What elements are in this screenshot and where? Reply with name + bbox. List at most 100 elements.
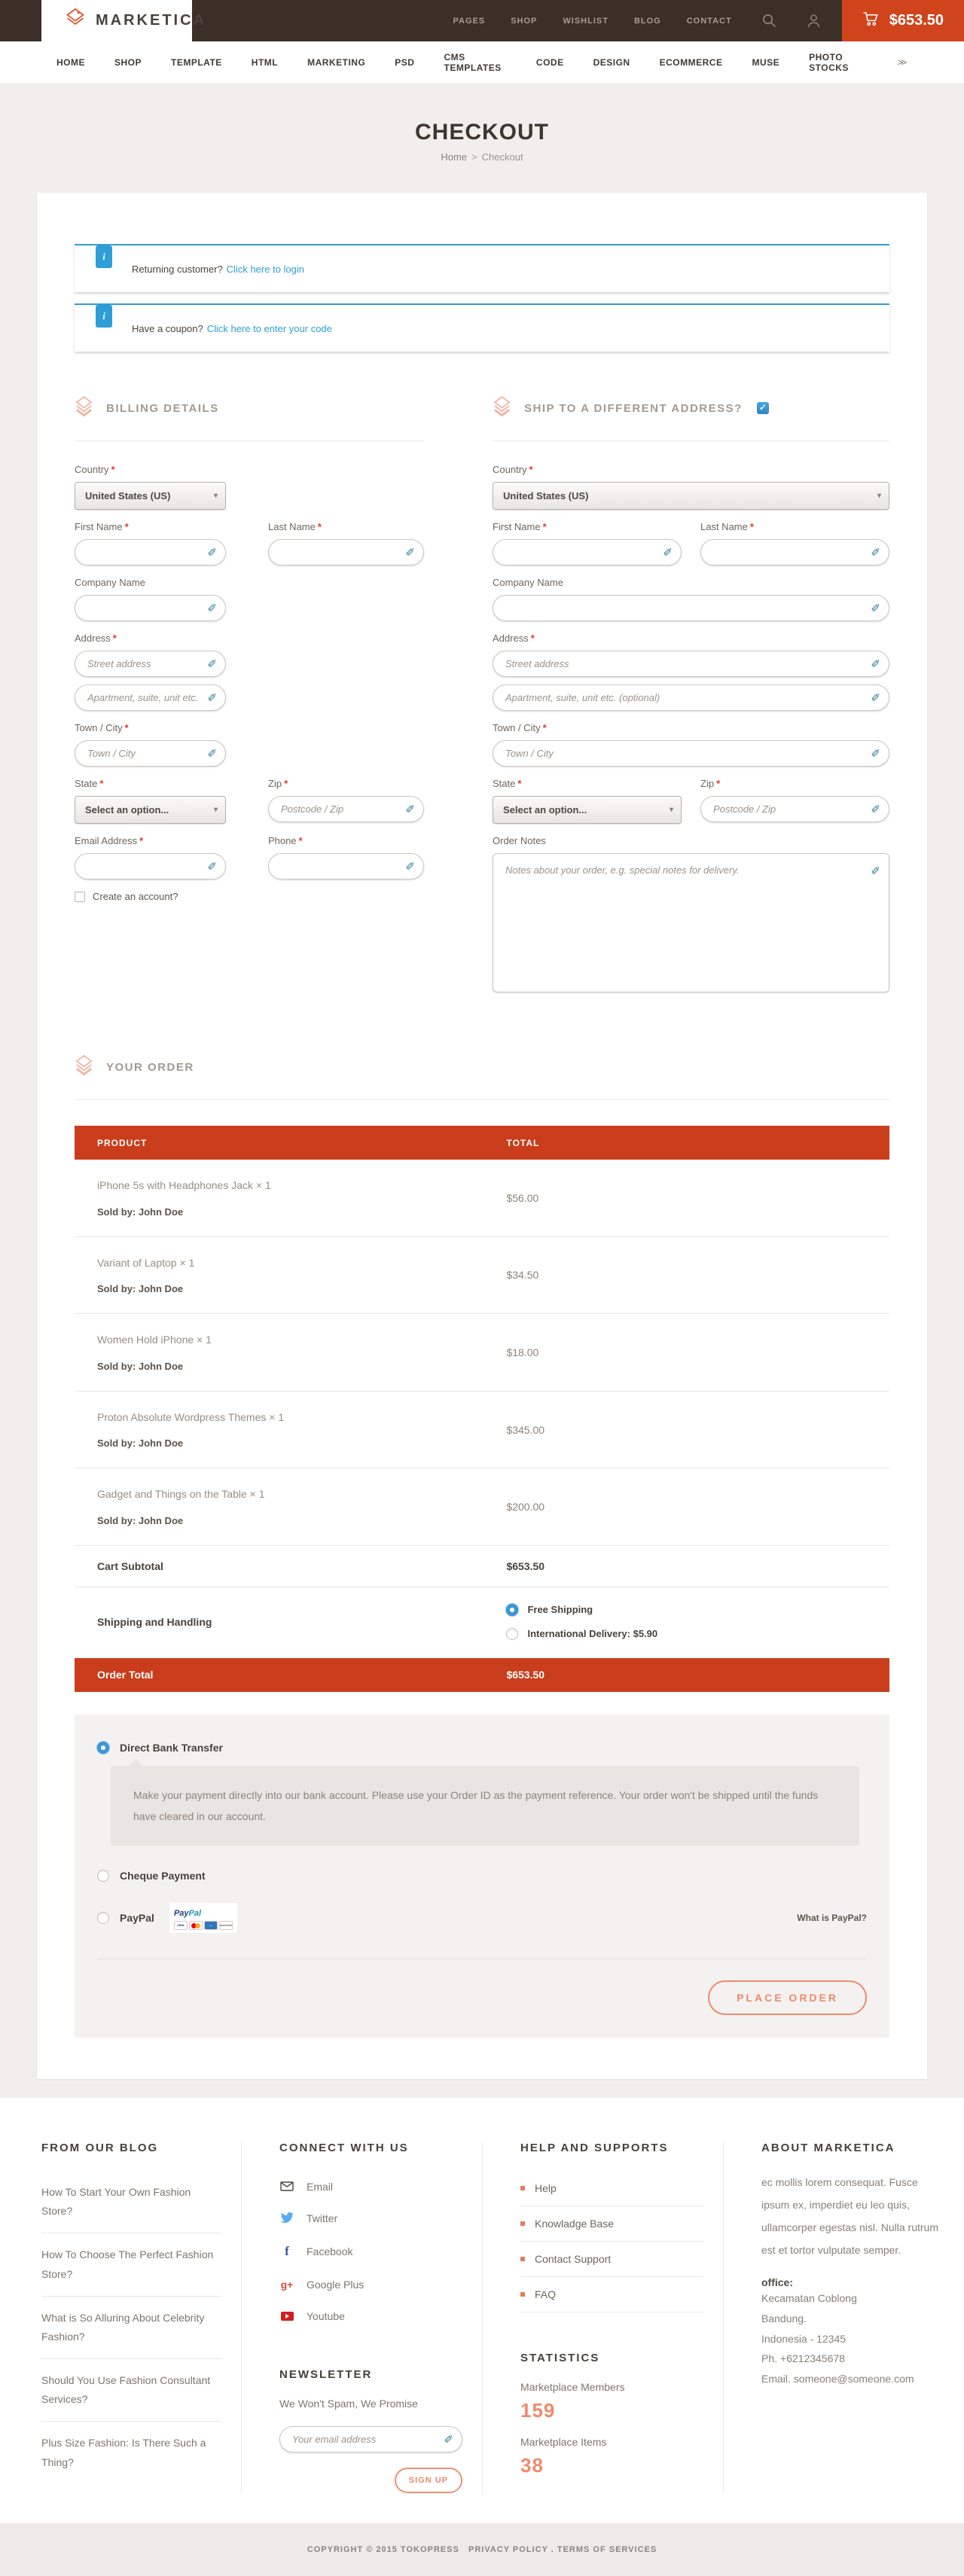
youtube-social-link[interactable]: Youtube — [279, 2300, 462, 2332]
header-nav-shop[interactable]: SHOP — [511, 17, 537, 26]
catnav-muse[interactable]: MUSE — [752, 57, 779, 68]
shipping-zip-input[interactable] — [700, 796, 889, 822]
newsletter-email-input[interactable] — [279, 2426, 462, 2453]
shipping-options: Free Shipping International Delivery: $5… — [506, 1604, 889, 1640]
blog-link[interactable]: How To Start Your Own Fashion Store? — [41, 2171, 221, 2233]
billing-phone-input[interactable] — [268, 853, 424, 879]
international-delivery-option[interactable]: International Delivery: $5.90 — [506, 1628, 889, 1640]
shipping-first-name-input[interactable] — [493, 539, 682, 566]
header-nav-pages[interactable]: PAGES — [453, 17, 486, 26]
newsletter-submit-row: SIGN UP — [279, 2468, 462, 2493]
header-nav-contact[interactable]: CONTACT — [687, 17, 732, 26]
catnav-home[interactable]: HOME — [56, 57, 85, 68]
shipping-state-select[interactable]: Select an option... ▾ — [493, 796, 682, 824]
double-chevron-down-icon[interactable]: ≫ — [897, 57, 908, 68]
your-order-heading: YOUR ORDER — [75, 1054, 889, 1080]
twitter-icon — [279, 2212, 294, 2224]
blog-link[interactable]: How To Choose The Perfect Fashion Store? — [41, 2233, 221, 2296]
shipping-town-input[interactable] — [493, 740, 889, 767]
catnav-photo-stocks[interactable]: PHOTO STOCKS — [809, 52, 868, 73]
header-nav-wishlist[interactable]: WISHLIST — [563, 17, 609, 26]
billing-email-input[interactable] — [75, 853, 226, 879]
google-plus-social-link[interactable]: g+ Google Plus — [279, 2269, 462, 2300]
last-name-label: Last Name* — [268, 521, 424, 532]
header-nav-blog[interactable]: BLOG — [634, 17, 661, 26]
tag-icon — [66, 8, 85, 34]
ship-different-address-checkbox[interactable] — [757, 402, 769, 414]
billing-country-select[interactable]: United States (US) ▾ — [75, 482, 226, 510]
radio-selected-icon[interactable] — [97, 1742, 109, 1754]
cart-button[interactable]: $653.50 — [842, 0, 964, 41]
billing-apartment-input[interactable] — [75, 684, 226, 711]
product-name: Women Hold iPhone × 1 — [97, 1333, 506, 1348]
sign-up-button[interactable]: SIGN UP — [395, 2468, 462, 2493]
square-bullet-icon — [520, 2186, 525, 2190]
catnav-template[interactable]: TEMPLATE — [171, 57, 222, 68]
blog-link[interactable]: Plus Size Fashion: Is There Such a Thing… — [41, 2422, 221, 2483]
billing-first-name-input[interactable] — [75, 539, 226, 566]
brand-logo[interactable]: MARKETICA — [41, 0, 192, 41]
facebook-social-link[interactable]: f Facebook — [279, 2234, 462, 2269]
blog-link[interactable]: Should You Use Fashion Consultant Servic… — [41, 2359, 221, 2422]
blog-link[interactable]: What is So Alluring About Celebrity Fash… — [41, 2297, 221, 2359]
shipping-last-name-group: Last Name* ✎ — [700, 521, 889, 566]
shipping-company-input[interactable] — [493, 595, 889, 621]
shipping-street-input[interactable] — [493, 651, 889, 677]
radio-selected-icon[interactable] — [506, 1604, 518, 1616]
help-link[interactable]: Contact Support — [520, 2242, 703, 2277]
billing-state-select[interactable]: Select an option... ▾ — [75, 796, 226, 824]
search-icon[interactable] — [762, 14, 776, 28]
breadcrumb-home[interactable]: Home — [441, 151, 467, 163]
catnav-design[interactable]: DESIGN — [593, 57, 630, 68]
paypal-option[interactable]: PayPal PayPal VISA — DISCOVER What is Pa… — [97, 1903, 867, 1933]
create-account-checkbox[interactable] — [75, 892, 85, 902]
shipping-last-name-input[interactable] — [700, 539, 889, 566]
help-link-label: FAQ — [535, 2288, 556, 2300]
coupon-link[interactable]: Click here to enter your code — [207, 323, 332, 334]
shipping-apartment-input[interactable] — [493, 684, 889, 711]
bank-transfer-option[interactable]: Direct Bank Transfer — [97, 1742, 867, 1754]
cheque-payment-option[interactable]: Cheque Payment — [97, 1870, 867, 1882]
catnav-cms-templates[interactable]: CMS TEMPLATES — [444, 52, 506, 73]
login-link[interactable]: Click here to login — [227, 264, 304, 275]
radio-icon[interactable] — [97, 1870, 109, 1882]
terms-link[interactable]: TERMS OF SERVICES — [557, 2545, 657, 2554]
billing-street-input[interactable] — [75, 651, 226, 677]
twitter-social-link[interactable]: Twitter — [279, 2203, 462, 2234]
catnav-code[interactable]: CODE — [536, 57, 564, 68]
billing-last-name-input[interactable] — [268, 539, 424, 566]
radio-icon[interactable] — [97, 1912, 109, 1924]
help-link[interactable]: Help — [520, 2171, 703, 2206]
place-order-button[interactable]: PLACE ORDER — [708, 1980, 867, 2015]
catnav-html[interactable]: HTML — [252, 57, 278, 68]
shipping-country-select[interactable]: United States (US) ▾ — [493, 482, 889, 510]
email-social-link[interactable]: Email — [279, 2171, 462, 2203]
social-label: Google Plus — [307, 2279, 364, 2291]
free-shipping-option[interactable]: Free Shipping — [506, 1604, 889, 1616]
order-notes-textarea[interactable] — [493, 853, 889, 992]
what-is-paypal-link[interactable]: What is PayPal? — [797, 1913, 867, 1923]
product-total: $56.00 — [506, 1192, 889, 1204]
product-name: Variant of Laptop × 1 — [97, 1256, 506, 1271]
billing-town-input[interactable] — [75, 740, 226, 767]
user-icon[interactable] — [807, 14, 821, 28]
returning-customer-text: Returning customer? — [132, 264, 223, 275]
catnav-marketing[interactable]: MARKETING — [307, 57, 365, 68]
product-name: Gadget and Things on the Table × 1 — [97, 1487, 506, 1502]
about-text: ec mollis lorem consequat. Fusce ipsum e… — [761, 2171, 944, 2261]
catnav-ecommerce[interactable]: ECOMMERCE — [660, 57, 723, 68]
privacy-policy-link[interactable]: PRIVACY POLICY — [468, 2545, 548, 2554]
help-link[interactable]: FAQ — [520, 2277, 703, 2312]
office-label: office: — [761, 2276, 944, 2288]
product-cell: Women Hold iPhone × 1 Sold by: John Doe — [75, 1333, 506, 1372]
email-label: Email Address* — [75, 835, 226, 846]
billing-zip-input[interactable] — [268, 796, 424, 822]
help-link[interactable]: Knowladge Base — [520, 2206, 703, 2242]
billing-company-input[interactable] — [75, 595, 226, 621]
catnav-shop[interactable]: SHOP — [114, 57, 142, 68]
apartment-wrap: ✎ — [75, 684, 226, 711]
catnav-psd[interactable]: PSD — [395, 57, 414, 68]
product-cell: Variant of Laptop × 1 Sold by: John Doe — [75, 1256, 506, 1295]
radio-icon[interactable] — [506, 1628, 518, 1640]
product-total: $345.00 — [506, 1424, 889, 1436]
